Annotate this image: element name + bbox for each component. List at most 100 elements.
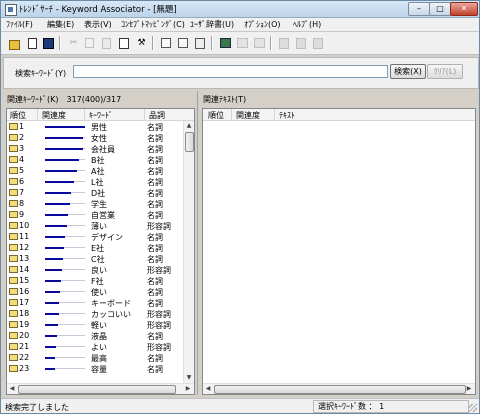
table-row[interactable]: 20 液晶 名詞 xyxy=(7,330,183,341)
relevance-bar-track xyxy=(63,258,85,259)
import-button[interactable] xyxy=(23,35,40,52)
scroll-thumb[interactable] xyxy=(214,385,466,394)
table-row[interactable]: 22 最高 名詞 xyxy=(7,352,183,363)
menu-user-dictionary[interactable]: ﾕｰｻﾞ辞書(U) xyxy=(190,19,234,30)
keyword-list[interactable]: 順位 関連度 ｷｰﾜｰﾄﾞ 品詞 1 男性 名詞 2 女性 名詞 3 会社員 名詞 4 B社 名詞 5 A… xyxy=(6,108,195,395)
scroll-thumb[interactable] xyxy=(185,132,194,152)
bookmark-button[interactable] xyxy=(276,35,293,52)
search-button[interactable]: 検索(X) xyxy=(390,64,426,79)
column-divider[interactable] xyxy=(144,109,145,120)
rank-cell: 4 xyxy=(19,155,25,164)
table-row[interactable]: 15 F社 名詞 xyxy=(7,275,183,286)
search-doc-icon xyxy=(119,38,129,49)
relevance-bar-track xyxy=(83,148,85,149)
paste-button[interactable] xyxy=(99,35,116,52)
open-button[interactable] xyxy=(6,35,23,52)
scroll-left-icon[interactable]: ◀ xyxy=(203,384,213,394)
expand-icon xyxy=(161,38,171,48)
relevance-bar-track xyxy=(58,324,85,325)
column-pos[interactable]: 品詞 xyxy=(149,110,165,121)
table-row[interactable]: 4 B社 名詞 xyxy=(7,154,183,165)
clear-button[interactable]: ｸﾘｱ(L) xyxy=(427,64,463,79)
rank-cell: 3 xyxy=(19,144,25,153)
scroll-down-icon[interactable]: ▼ xyxy=(184,373,194,383)
menu-options[interactable]: ｵﾌﾟｼｮﾝ(O) xyxy=(244,19,281,30)
bookmark-remove-button[interactable] xyxy=(310,35,327,52)
scroll-up-icon[interactable]: ▲ xyxy=(184,121,194,131)
table-row[interactable]: 16 使い 名詞 xyxy=(7,286,183,297)
table-row[interactable]: 6 L社 名詞 xyxy=(7,176,183,187)
scroll-left-icon[interactable]: ◀ xyxy=(7,384,17,394)
table-row[interactable]: 19 軽い 形容詞 xyxy=(7,319,183,330)
search-doc-button[interactable] xyxy=(116,35,133,52)
table-row[interactable]: 23 容量 名詞 xyxy=(7,363,183,374)
resize-grip-icon[interactable] xyxy=(469,404,477,412)
table-row[interactable]: 17 キーボード 名詞 xyxy=(7,297,183,308)
column-text[interactable]: ﾃｷｽﾄ xyxy=(279,110,295,121)
menu-file[interactable]: ﾌｧｲﾙ(F) xyxy=(6,19,33,30)
copy-button[interactable] xyxy=(82,35,99,52)
tools-icon: ⚒ xyxy=(137,38,146,48)
table-row[interactable]: 13 C社 名詞 xyxy=(7,253,183,264)
pane-splitter[interactable] xyxy=(197,91,198,395)
bookmark-icon xyxy=(279,38,289,49)
relevance-bar xyxy=(45,181,74,183)
maximize-button[interactable]: □ xyxy=(429,2,451,16)
scroll-thumb[interactable] xyxy=(18,385,176,394)
search-input[interactable] xyxy=(73,65,388,78)
scroll-right-icon[interactable]: ▶ xyxy=(464,384,474,394)
table-row[interactable]: 3 会社員 名詞 xyxy=(7,143,183,154)
column-relevance[interactable]: 関連度 xyxy=(236,110,260,121)
menu-concept-mapping[interactable]: ｺﾝｾﾌﾟﾄﾏｯﾋﾟﾝｸﾞ(C) xyxy=(121,19,185,30)
table-row[interactable]: 21 よい 形容詞 xyxy=(7,341,183,352)
column-divider[interactable] xyxy=(274,109,275,120)
table-row[interactable]: 9 自営業 名詞 xyxy=(7,209,183,220)
column-rank[interactable]: 順位 xyxy=(10,110,26,121)
table-row[interactable]: 2 女性 名詞 xyxy=(7,132,183,143)
menu-edit[interactable]: 編集(E) xyxy=(47,19,74,30)
tools-button[interactable]: ⚒ xyxy=(133,35,150,52)
map-grid-button[interactable] xyxy=(234,35,251,52)
title-bar[interactable]: ﾄﾚﾝﾄﾞｻｰﾁ - Keyword Associator - [無題] – □… xyxy=(1,1,479,18)
expand-button[interactable] xyxy=(158,35,175,52)
close-button[interactable]: ✕ xyxy=(450,2,478,16)
menu-view[interactable]: 表示(V) xyxy=(84,19,112,30)
column-divider[interactable] xyxy=(84,109,85,120)
table-row[interactable]: 5 A社 名詞 xyxy=(7,165,183,176)
column-keyword[interactable]: ｷｰﾜｰﾄﾞ xyxy=(89,110,113,121)
horizontal-scrollbar[interactable]: ◀ ▶ xyxy=(7,383,194,394)
keyword-folder-icon xyxy=(9,123,18,130)
keyword-folder-icon xyxy=(9,244,18,251)
table-row[interactable]: 8 学生 名詞 xyxy=(7,198,183,209)
rank-cell: 5 xyxy=(19,166,25,175)
app-icon[interactable] xyxy=(5,4,17,16)
map-list-button[interactable] xyxy=(251,35,268,52)
table-row[interactable]: 18 カッコいい 形容詞 xyxy=(7,308,183,319)
relevance-bar xyxy=(45,346,56,348)
column-rank[interactable]: 順位 xyxy=(208,110,224,121)
cut-button[interactable]: ✂ xyxy=(65,35,82,52)
search-panel: 検索ｷｰﾜｰﾄﾞ(Y) 検索(X) ｸﾘｱ(L) xyxy=(3,57,479,89)
table-row[interactable]: 12 E社 名詞 xyxy=(7,242,183,253)
table-row[interactable]: 14 良い 形容詞 xyxy=(7,264,183,275)
horizontal-scrollbar[interactable]: ◀ ▶ xyxy=(203,383,475,394)
table-row[interactable]: 11 デザイン 名詞 xyxy=(7,231,183,242)
menu-help[interactable]: ﾍﾙﾌﾟ(H) xyxy=(293,19,321,30)
scroll-right-icon[interactable]: ▶ xyxy=(183,384,193,394)
export-button[interactable] xyxy=(192,35,209,52)
menu-bar: ﾌｧｲﾙ(F) 編集(E) 表示(V) ｺﾝｾﾌﾟﾄﾏｯﾋﾟﾝｸﾞ(C) ﾕｰｻ… xyxy=(1,18,479,32)
text-list[interactable]: 順位 関連度 ﾃｷｽﾄ ◀ ▶ xyxy=(202,108,476,395)
table-row[interactable]: 7 D社 名詞 xyxy=(7,187,183,198)
save-button[interactable] xyxy=(40,35,57,52)
column-divider[interactable] xyxy=(231,109,232,120)
map-grid-icon xyxy=(237,38,248,48)
collapse-button[interactable] xyxy=(175,35,192,52)
table-row[interactable]: 10 薄い 形容詞 xyxy=(7,220,183,231)
vertical-scrollbar[interactable]: ▲ ▼ xyxy=(183,121,194,383)
bookmark-add-button[interactable] xyxy=(293,35,310,52)
table-row[interactable]: 1 男性 名詞 xyxy=(7,121,183,132)
minimize-button[interactable]: – xyxy=(408,2,430,16)
column-relevance[interactable]: 関連度 xyxy=(42,110,66,121)
column-divider[interactable] xyxy=(37,109,38,120)
map-button[interactable] xyxy=(217,35,234,52)
